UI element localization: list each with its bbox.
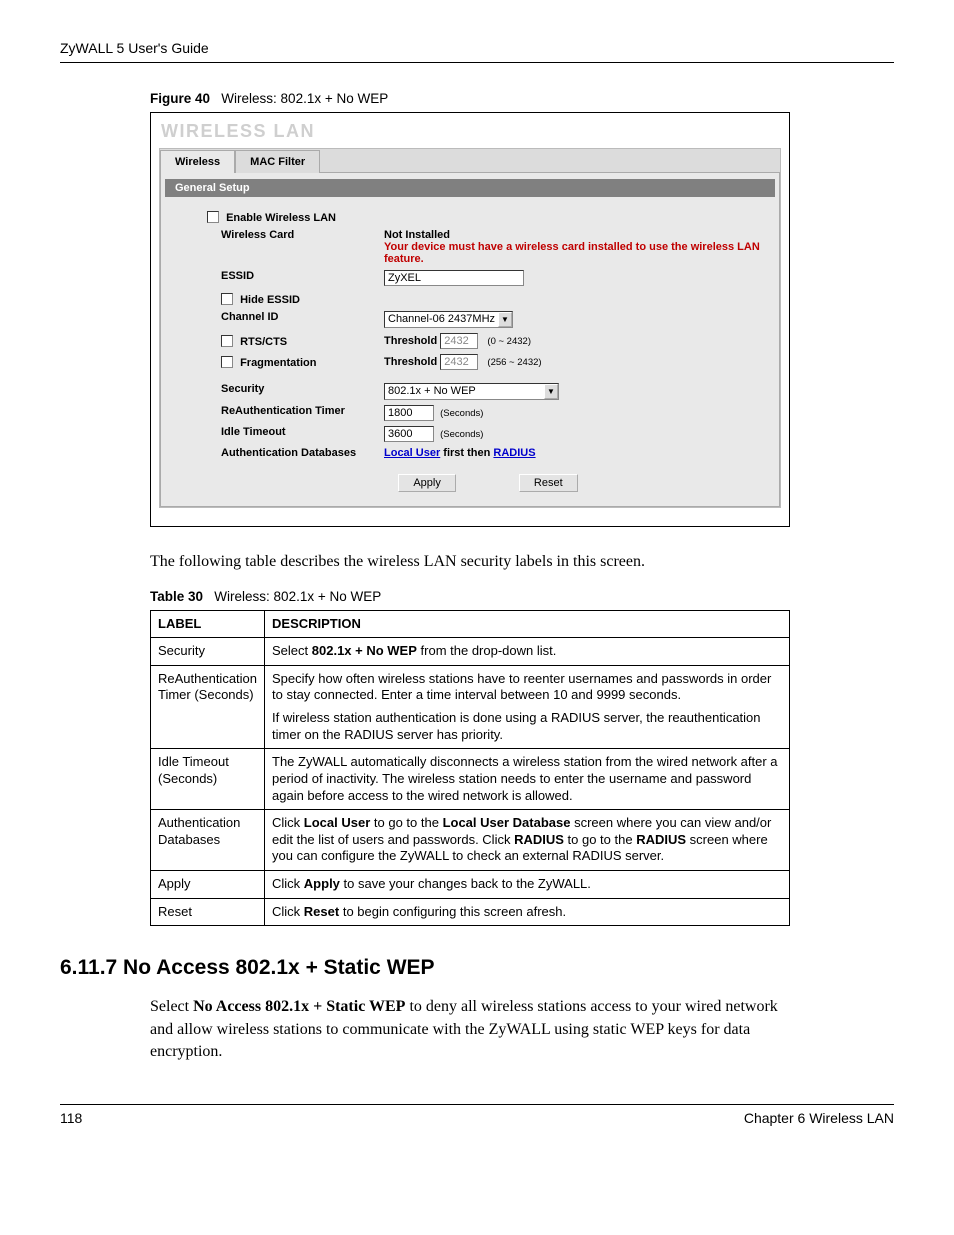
checkbox-enable-wlan[interactable] [207, 211, 219, 223]
screenshot-wireless-lan: WIRELESS LAN Wireless MAC Filter General… [150, 112, 790, 527]
figure-caption: Figure 40 Wireless: 802.1x + No WEP [150, 91, 894, 106]
label-auth-db: Authentication Databases [203, 445, 378, 460]
table-caption: Table 30 Wireless: 802.1x + No WEP [150, 589, 894, 604]
input-rts-threshold[interactable]: 2432 [440, 333, 478, 349]
tab-wireless[interactable]: Wireless [160, 150, 235, 173]
checkbox-fragmentation[interactable] [221, 356, 233, 368]
page-number: 118 [60, 1110, 82, 1126]
link-radius[interactable]: RADIUS [493, 447, 535, 459]
button-row: Apply Reset [201, 474, 775, 492]
table-caption-label: Table 30 [150, 589, 203, 604]
cell-label: ReAuthentication Timer (Seconds) [151, 665, 265, 749]
warning-wireless-card: Your device must have a wireless card in… [384, 241, 760, 265]
link-local-user[interactable]: Local User [384, 447, 440, 459]
cell-desc: Select 802.1x + No WEP from the drop-dow… [265, 638, 790, 666]
cell-desc: Specify how often wireless stations have… [265, 665, 790, 749]
chevron-down-icon: ▼ [498, 312, 512, 327]
checkbox-rts-cts[interactable] [221, 335, 233, 347]
table-row: Apply Click Apply to save your changes b… [151, 871, 790, 899]
select-security[interactable]: 802.1x + No WEP ▼ [384, 383, 559, 400]
apply-button[interactable]: Apply [398, 474, 456, 492]
input-reauth-timer[interactable]: 1800 [384, 405, 434, 421]
value-not-installed: Not Installed [384, 229, 450, 241]
reset-button[interactable]: Reset [519, 474, 578, 492]
figure-title: Wireless: 802.1x + No WEP [221, 91, 388, 106]
label-fragmentation: Fragmentation [240, 357, 316, 369]
form-area: Enable Wireless LAN Wireless Card Not In… [165, 205, 775, 492]
input-essid[interactable]: ZyXEL [384, 270, 524, 286]
label-hide-essid: Hide ESSID [240, 294, 300, 306]
input-idle-timeout[interactable]: 3600 [384, 426, 434, 442]
cell-label: Security [151, 638, 265, 666]
label-security: Security [203, 381, 378, 401]
cell-desc: Click Apply to save your changes back to… [265, 871, 790, 899]
inner-window: Wireless MAC Filter General Setup Enable… [159, 148, 781, 508]
label-reauth-timer: ReAuthentication Timer [203, 403, 378, 422]
table-row: Idle Timeout (Seconds) The ZyWALL automa… [151, 749, 790, 810]
cell-desc: Click Local User to go to the Local User… [265, 810, 790, 871]
guide-title: ZyWALL 5 User's Guide [60, 40, 209, 56]
th-description: DESCRIPTION [265, 610, 790, 638]
table-header-row: LABEL DESCRIPTION [151, 610, 790, 638]
page-header: ZyWALL 5 User's Guide [60, 40, 894, 63]
cell-label: Apply [151, 871, 265, 899]
section-heading: 6.11.7 No Access 802.1x + Static WEP [60, 956, 894, 980]
cell-label: Authentication Databases [151, 810, 265, 871]
tab-row: Wireless MAC Filter [160, 149, 780, 172]
description-table: LABEL DESCRIPTION Security Select 802.1x… [150, 610, 790, 927]
label-wireless-card: Wireless Card [203, 227, 378, 266]
note-seconds-2: (Seconds) [440, 429, 483, 440]
label-threshold-rts: Threshold [384, 335, 437, 347]
cell-label: Reset [151, 898, 265, 926]
chevron-down-icon: ▼ [544, 384, 558, 399]
label-enable-wlan: Enable Wireless LAN [226, 212, 336, 224]
table-caption-title: Wireless: 802.1x + No WEP [214, 589, 381, 604]
label-idle-timeout: Idle Timeout [203, 424, 378, 443]
note-frag-range: (256 ~ 2432) [487, 357, 541, 368]
intro-text: The following table describes the wirele… [150, 551, 790, 573]
section-bar-general-setup: General Setup [165, 179, 775, 197]
auth-db-mid: first then [440, 447, 493, 459]
table-row: Reset Click Reset to begin configuring t… [151, 898, 790, 926]
note-rts-range: (0 ~ 2432) [487, 336, 531, 347]
label-channel-id: Channel ID [203, 309, 378, 329]
section-body: Select No Access 802.1x + Static WEP to … [150, 996, 790, 1063]
table-row: Authentication Databases Click Local Use… [151, 810, 790, 871]
table-row: Security Select 802.1x + No WEP from the… [151, 638, 790, 666]
checkbox-hide-essid[interactable] [221, 293, 233, 305]
cell-desc: The ZyWALL automatically disconnects a w… [265, 749, 790, 810]
cell-desc: Click Reset to begin configuring this sc… [265, 898, 790, 926]
table-row: ReAuthentication Timer (Seconds) Specify… [151, 665, 790, 749]
label-essid: ESSID [203, 268, 378, 287]
th-label: LABEL [151, 610, 265, 638]
page-footer: 118 Chapter 6 Wireless LAN [60, 1104, 894, 1126]
note-seconds-1: (Seconds) [440, 408, 483, 419]
cell-label: Idle Timeout (Seconds) [151, 749, 265, 810]
select-channel-id[interactable]: Channel-06 2437MHz ▼ [384, 311, 513, 328]
select-channel-id-value: Channel-06 2437MHz [388, 313, 495, 325]
input-frag-threshold[interactable]: 2432 [440, 354, 478, 370]
tab-mac-filter[interactable]: MAC Filter [235, 150, 320, 173]
label-threshold-frag: Threshold [384, 356, 437, 368]
select-security-value: 802.1x + No WEP [388, 385, 476, 397]
panel-heading: WIRELESS LAN [161, 121, 781, 142]
tab-panel: General Setup Enable Wireless LAN Wirele… [160, 172, 780, 507]
chapter-label: Chapter 6 Wireless LAN [744, 1110, 894, 1126]
label-rts-cts: RTS/CTS [240, 336, 287, 348]
figure-label: Figure 40 [150, 91, 210, 106]
